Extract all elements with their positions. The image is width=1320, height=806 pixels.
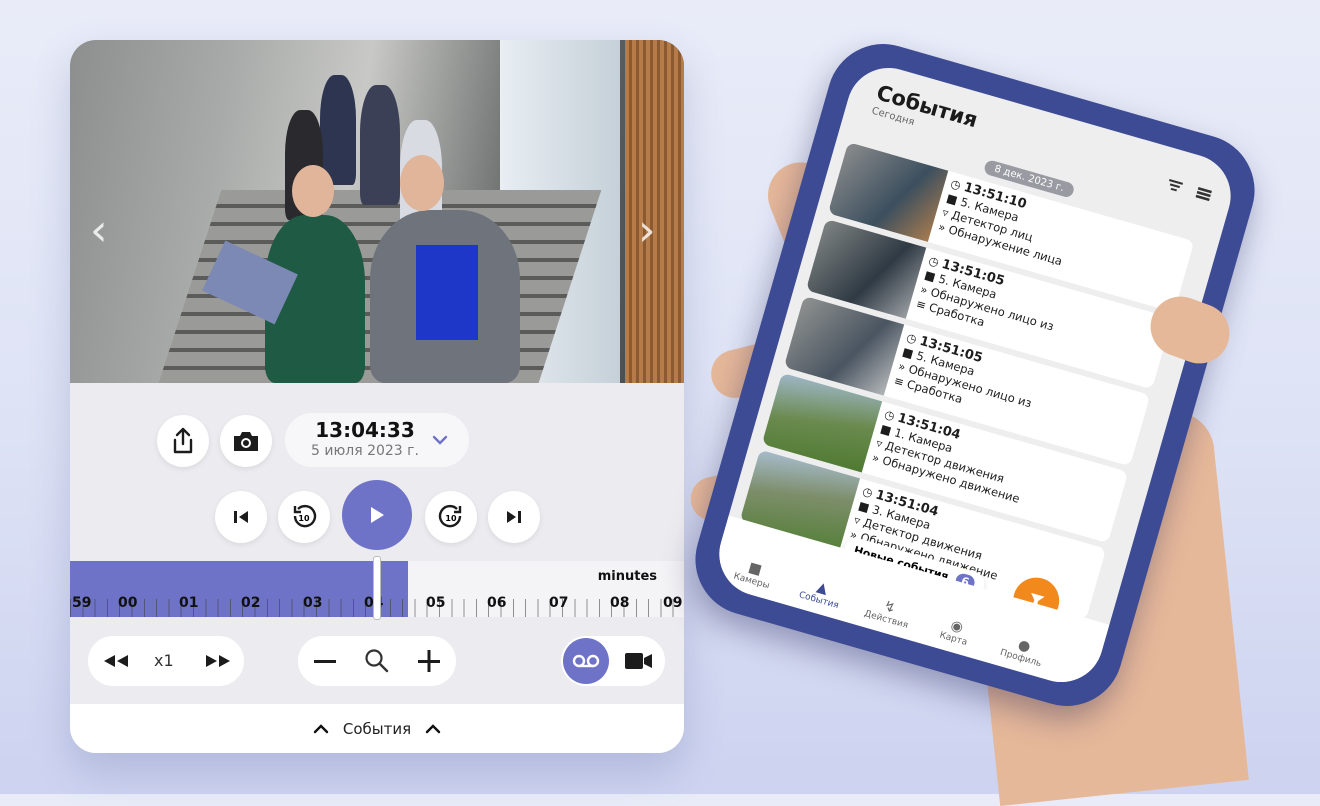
- timeline-tick-label: 07: [549, 595, 569, 611]
- skip-end-button[interactable]: [488, 491, 540, 543]
- rewind-10-button[interactable]: 10: [278, 491, 330, 543]
- events-drawer-toggle[interactable]: События: [70, 704, 684, 753]
- timeline-tick-label: 02: [241, 595, 261, 611]
- tab-cameras[interactable]: ■ Камеры: [721, 553, 786, 595]
- detector-icon: ▿: [874, 435, 885, 451]
- voicemail-icon: [572, 654, 600, 668]
- speed-control: x1: [88, 636, 244, 686]
- video-frame[interactable]: ‹ ›: [70, 40, 684, 383]
- timeline-tick-label: 05: [426, 595, 446, 611]
- tab-events[interactable]: ▲ События: [789, 572, 854, 614]
- video-player-panel: ‹ › 13:04:33 5 июля 2023 г. 10 10 minute…: [70, 40, 684, 753]
- timeline-cursor[interactable]: [373, 556, 381, 620]
- mode-toggle: [561, 636, 665, 686]
- svg-text:10: 10: [298, 514, 310, 523]
- camera-icon: ■: [856, 498, 872, 515]
- camera-icon: ■: [900, 344, 916, 361]
- forward-10-button[interactable]: 10: [425, 491, 477, 543]
- next-arrow-icon[interactable]: ›: [638, 205, 656, 256]
- clock-icon: ◷: [949, 176, 963, 193]
- tab-actions[interactable]: ↯ Действия: [856, 592, 921, 634]
- timeline-tick-label: 00: [118, 595, 138, 611]
- tab-profile[interactable]: ● Профиль: [990, 630, 1055, 672]
- timeline-tick-label: 06: [487, 595, 507, 611]
- events-drawer-label: События: [342, 719, 412, 738]
- camera-icon: ■: [944, 190, 960, 208]
- share-button[interactable]: [157, 415, 209, 467]
- chevron-up-icon: [313, 723, 329, 733]
- detector-icon: ▿: [940, 205, 951, 221]
- clock-icon: ◷: [904, 330, 919, 347]
- sort-icon[interactable]: [1166, 178, 1185, 194]
- current-date: 5 июля 2023 г.: [311, 443, 419, 459]
- clock-icon: ◷: [860, 483, 875, 501]
- timeline-tick-label: 59: [72, 595, 92, 611]
- forward-10-icon: 10: [438, 504, 462, 528]
- skip-previous-icon: [234, 511, 248, 523]
- current-time: 13:04:33: [315, 418, 415, 442]
- list-view-icon[interactable]: [1194, 186, 1213, 202]
- zoom-out-icon[interactable]: [314, 660, 336, 664]
- tab-map[interactable]: ◉ Карта: [923, 611, 988, 653]
- zoom-in-icon[interactable]: [418, 650, 440, 672]
- timeline-tick-label: 03: [303, 595, 323, 611]
- archive-mode-button[interactable]: [563, 638, 609, 684]
- camera-icon: ■: [922, 267, 938, 284]
- phone-title: События: [873, 80, 981, 133]
- prev-arrow-icon[interactable]: ‹: [90, 205, 108, 256]
- search-icon: [365, 649, 389, 673]
- clock-icon: ◷: [882, 406, 897, 424]
- camera-icon: [234, 432, 258, 451]
- chevron-down-icon[interactable]: [432, 435, 448, 445]
- camera-icon: ■: [878, 421, 894, 438]
- timeline-tick-label: 09: [663, 595, 683, 611]
- snapshot-button[interactable]: [220, 415, 272, 467]
- play-button[interactable]: [342, 480, 412, 550]
- svg-text:10: 10: [445, 514, 457, 523]
- fast-forward-icon[interactable]: [204, 653, 232, 669]
- share-icon: [173, 427, 193, 454]
- rewind-icon[interactable]: [102, 653, 130, 669]
- skip-next-icon: [507, 511, 521, 523]
- detector-icon: ▿: [852, 512, 863, 528]
- live-video-icon[interactable]: [625, 652, 653, 670]
- skip-start-button[interactable]: [215, 491, 267, 543]
- speed-value: x1: [154, 651, 174, 670]
- timeline-tick-label: 01: [179, 595, 199, 611]
- timeline-unit-label: minutes: [597, 569, 657, 584]
- play-icon: [371, 507, 384, 523]
- datetime-picker[interactable]: 13:04:33 5 июля 2023 г.: [285, 413, 469, 467]
- chevron-up-icon: [425, 723, 441, 733]
- zoom-control: [298, 636, 456, 686]
- timeline-tick-label: 08: [610, 595, 630, 611]
- clock-icon: ◷: [927, 253, 941, 270]
- replay-10-icon: 10: [293, 504, 317, 528]
